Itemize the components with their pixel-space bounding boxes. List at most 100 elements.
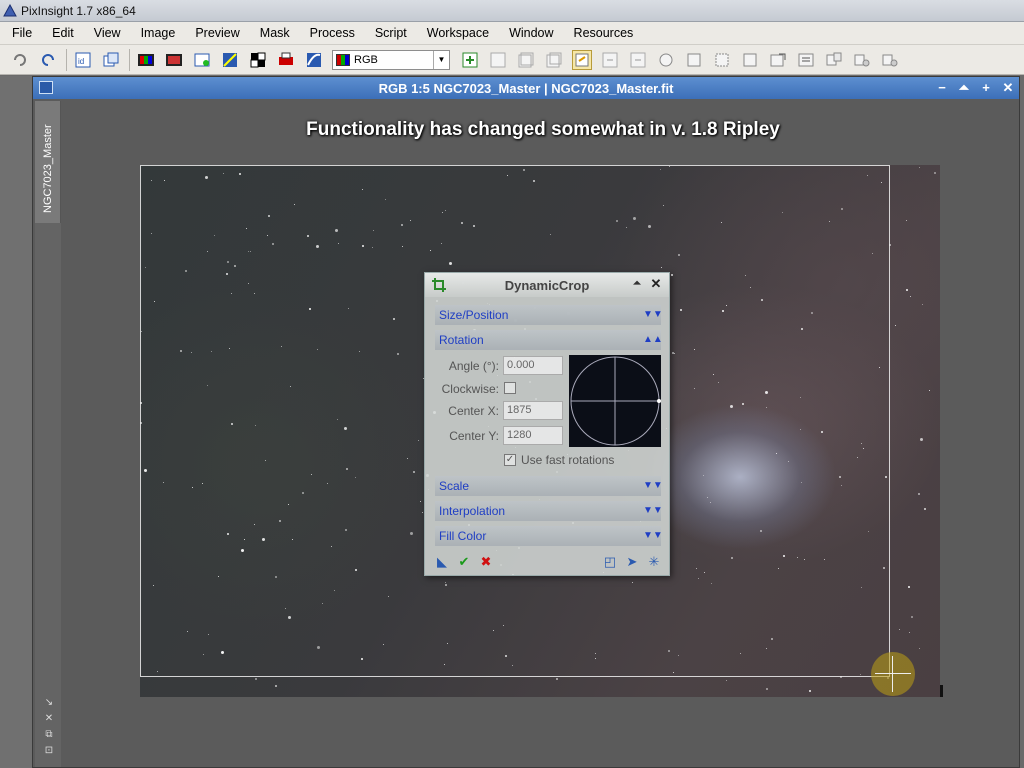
dynamiccrop-dialog[interactable]: DynamicCrop ⏶ ✕ Size/Position ▼▼ Rotatio… (424, 272, 670, 576)
app-titlebar: PixInsight 1.7 x86_64 (0, 0, 1024, 22)
maximize-icon[interactable]: + (979, 81, 993, 95)
store-preview-icon[interactable] (544, 50, 564, 70)
color-channels-icon[interactable] (164, 50, 184, 70)
menu-file[interactable]: File (0, 22, 40, 45)
section-size-position[interactable]: Size/Position ▼▼ (435, 305, 663, 325)
collapse-icon[interactable]: ▲▲ (643, 333, 663, 347)
pointer-icon[interactable]: ➤ (625, 555, 639, 569)
redo-icon[interactable] (38, 50, 58, 70)
mask-icon[interactable] (248, 50, 268, 70)
rgb-channels-icon[interactable] (136, 50, 156, 70)
info-icon[interactable]: ⊡ (43, 745, 55, 757)
star (910, 296, 911, 297)
process-console-icon[interactable] (768, 50, 788, 70)
arrow-icon[interactable]: ↘ (43, 697, 55, 709)
center-x-field[interactable]: 1875 (503, 401, 563, 420)
identifier-icon[interactable]: id (73, 50, 93, 70)
center-x-label: Center X: (448, 404, 499, 418)
shade-icon[interactable]: ⏶ (631, 278, 643, 290)
star (920, 438, 923, 441)
zoom-preview-icon[interactable] (516, 50, 536, 70)
zoom-in-icon[interactable] (600, 50, 620, 70)
expand-icon[interactable]: ▼▼ (643, 529, 663, 543)
display-channel-icon[interactable] (740, 50, 760, 70)
star (909, 632, 910, 633)
documentation-icon[interactable]: ◰ (603, 555, 617, 569)
pan-icon[interactable] (656, 50, 676, 70)
section-fill-color[interactable]: Fill Color ▼▼ (435, 526, 663, 546)
crop-handle-icon[interactable] (871, 652, 915, 696)
angle-label: Angle (°): (448, 359, 499, 373)
process-icons-icon[interactable] (852, 50, 872, 70)
menu-resources[interactable]: Resources (562, 22, 642, 45)
clockwise-checkbox[interactable] (504, 382, 516, 394)
execute-icon[interactable]: ✔ (457, 555, 471, 569)
center-y-label: Center Y: (449, 429, 499, 443)
workspace: RGB 1:5 NGC7023_Master | NGC7023_Master.… (0, 76, 1024, 768)
expand-icon[interactable]: ▼▼ (643, 504, 663, 518)
new-instance-icon[interactable]: ◣ (435, 555, 449, 569)
window-controls: − ⏶ + ✕ (935, 77, 1015, 99)
section-scale-label: Scale (439, 479, 470, 493)
menu-bar: File Edit View Image Preview Mask Proces… (0, 22, 1024, 45)
menu-mask[interactable]: Mask (248, 22, 298, 45)
edit-preview-icon[interactable] (488, 50, 508, 70)
close-icon[interactable]: ✕ (649, 277, 663, 291)
center-y-field[interactable]: 1280 (503, 426, 563, 445)
readout-mode-icon[interactable] (572, 49, 592, 70)
zoom-1-1-icon[interactable] (712, 50, 732, 70)
crosshair-icon[interactable]: ✕ (43, 713, 55, 725)
zoom-out-icon[interactable] (628, 50, 648, 70)
menu-process[interactable]: Process (298, 22, 363, 45)
overlay-caption: Functionality has changed somewhat in v.… (306, 119, 780, 140)
star (726, 680, 727, 681)
dynamiccrop-titlebar[interactable]: DynamicCrop ⏶ ✕ (425, 273, 669, 297)
star (895, 325, 896, 326)
image-side-tab[interactable]: NGC7023_Master (35, 101, 61, 223)
explorer-icon[interactable] (824, 50, 844, 70)
clockwise-label: Clockwise: (441, 382, 499, 396)
star (275, 685, 277, 687)
image-window-title: RGB 1:5 NGC7023_Master | NGC7023_Master.… (378, 80, 674, 96)
clone-image-icon[interactable] (101, 50, 121, 70)
section-interpolation[interactable]: Interpolation ▼▼ (435, 501, 663, 521)
menu-script[interactable]: Script (363, 22, 415, 45)
fast-rotations-checkbox[interactable]: ✓ (504, 454, 516, 466)
fit-view-icon[interactable] (684, 50, 704, 70)
menu-window[interactable]: Window (497, 22, 561, 45)
menu-preview[interactable]: Preview (183, 22, 247, 45)
script-editor-icon[interactable] (880, 50, 900, 70)
rgb-swatch-icon (336, 53, 350, 66)
reset-icon[interactable]: ✳ (647, 555, 661, 569)
pixinsight-logo-icon (3, 3, 17, 16)
close-icon[interactable]: ✕ (1001, 81, 1015, 95)
star (809, 690, 811, 692)
menu-view[interactable]: View (82, 22, 129, 45)
app-title: PixInsight 1.7 x86_64 (21, 3, 136, 18)
cancel-icon[interactable]: ✖ (479, 555, 493, 569)
image-window-titlebar[interactable]: RGB 1:5 NGC7023_Master | NGC7023_Master.… (33, 77, 1019, 99)
star (906, 220, 907, 221)
toolbar: id RGB ▼ (0, 45, 1024, 75)
shade-icon[interactable]: ⏶ (957, 81, 971, 95)
menu-workspace[interactable]: Workspace (415, 22, 497, 45)
section-scale[interactable]: Scale ▼▼ (435, 476, 663, 496)
rotation-dial[interactable] (569, 355, 661, 447)
channel-select[interactable]: RGB ▼ (332, 49, 450, 70)
expand-icon[interactable]: ▼▼ (643, 308, 663, 322)
menu-edit[interactable]: Edit (40, 22, 82, 45)
new-preview-icon[interactable] (460, 50, 480, 70)
fast-rotations-label: Use fast rotations (521, 453, 615, 467)
expand-icon[interactable]: ▼▼ (643, 479, 663, 493)
print-icon[interactable] (276, 50, 296, 70)
angle-field[interactable]: 0.000 (503, 356, 563, 375)
undo-icon[interactable] (10, 50, 30, 70)
minimize-icon[interactable]: − (935, 81, 949, 95)
new-image-icon[interactable] (192, 50, 212, 70)
copy-icon[interactable]: ⧉ (43, 729, 55, 741)
menu-image[interactable]: Image (129, 22, 184, 45)
history-icon[interactable] (796, 50, 816, 70)
statistics-icon[interactable] (220, 50, 240, 70)
section-rotation[interactable]: Rotation ▲▲ (435, 330, 663, 350)
screen-transfer-icon[interactable] (304, 50, 324, 70)
